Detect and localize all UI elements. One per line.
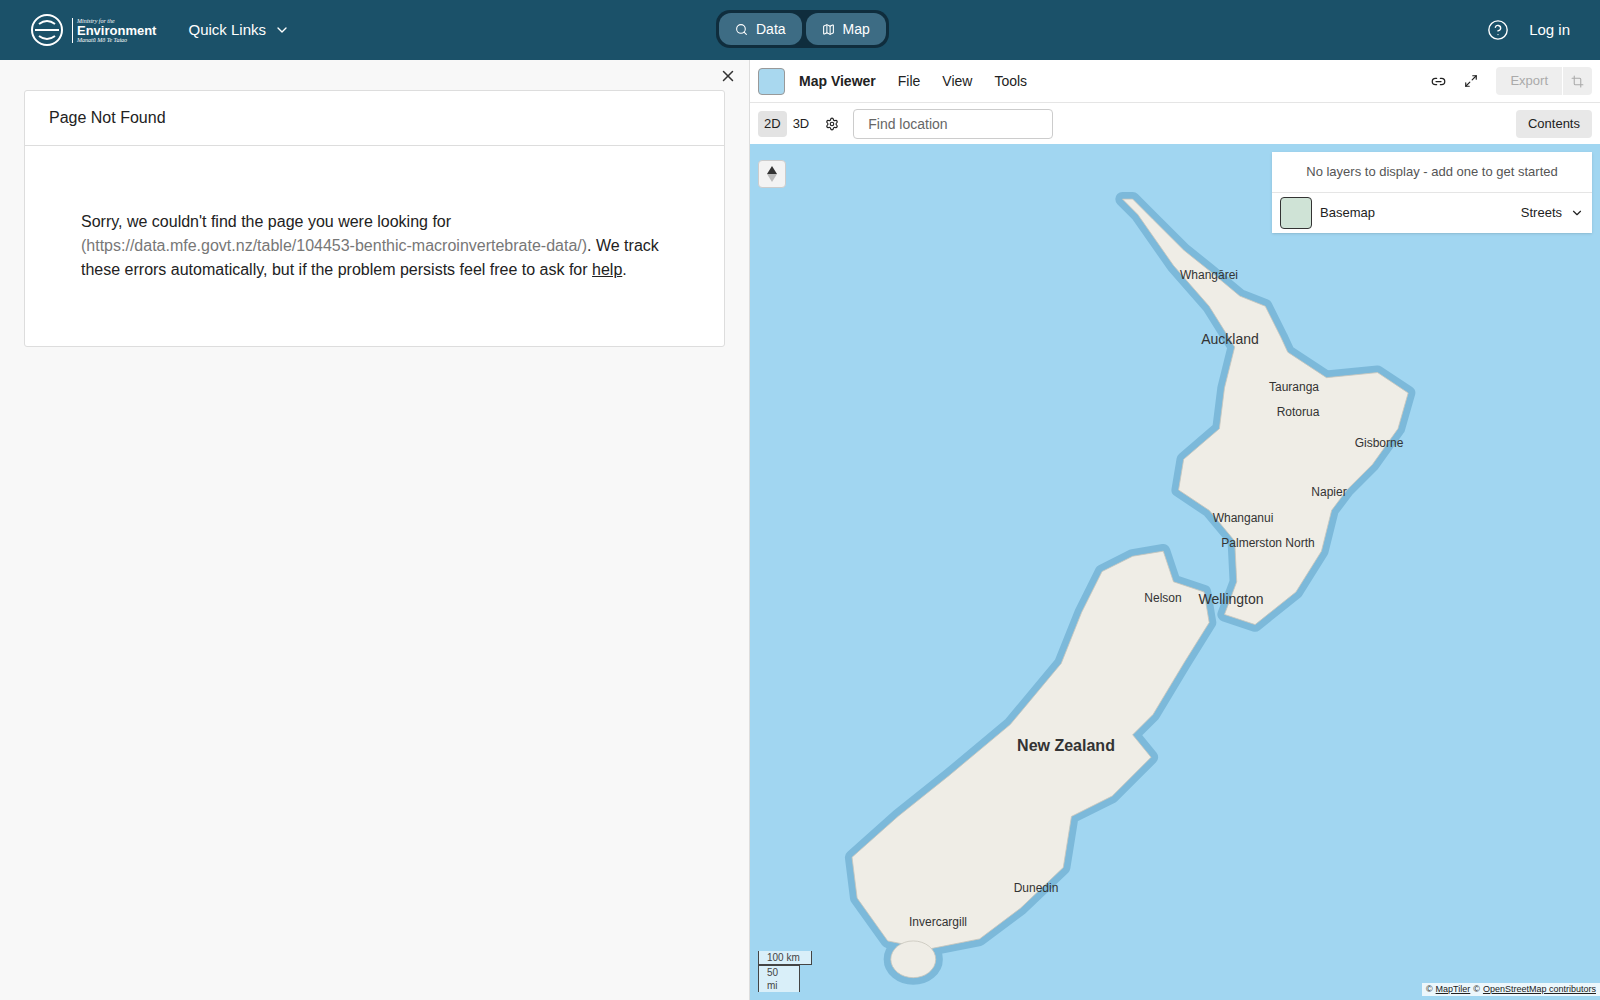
- search-icon: [735, 23, 748, 36]
- error-message: Sorry, we couldn't find the page you wer…: [25, 146, 724, 346]
- side-panel: Page Not FoundSorry, we couldn't find th…: [0, 60, 750, 1000]
- empty-message: No layers to display - add one to get st…: [1272, 152, 1592, 193]
- place-label: Napier: [1311, 483, 1346, 501]
- mode-button[interactable]: Map: [806, 13, 886, 45]
- menu-item[interactable]: File: [898, 71, 921, 92]
- scale-label: 100 km: [758, 951, 812, 965]
- map[interactable]: Whangārei Auckland Tauranga Rotorua Gisborne…: [750, 144, 1600, 1000]
- viewer-title: Map Viewer: [799, 71, 876, 92]
- place-label: New Zealand: [1017, 734, 1115, 758]
- place-label: Palmerston North: [1221, 534, 1314, 552]
- place-label: Gisborne: [1355, 434, 1404, 452]
- place-label: Auckland: [1201, 329, 1259, 350]
- place-label: Whangārei: [1180, 266, 1238, 284]
- attribution: ©MapTiler©OpenStreetMap contributors: [1422, 983, 1600, 997]
- view-mode-button[interactable]: 2D: [758, 111, 787, 137]
- basemap-label: Basemap: [1320, 203, 1375, 223]
- attribution-mark: ©: [1426, 983, 1433, 997]
- place-label: Invercargill: [909, 913, 967, 931]
- compass-icon: [767, 166, 777, 182]
- basemap-select[interactable]: Streets: [1521, 203, 1584, 223]
- link-icon[interactable]: [1431, 74, 1446, 89]
- fullscreen-icon[interactable]: [1464, 74, 1478, 88]
- chevron-icon: [274, 22, 290, 38]
- place-label: Whanganui: [1213, 509, 1274, 527]
- attribution-mark: ©: [1473, 983, 1480, 997]
- menu-item[interactable]: Tools: [994, 71, 1027, 92]
- export-button[interactable]: Export: [1496, 67, 1562, 95]
- map-icon: [822, 23, 835, 36]
- help-icon[interactable]: [1487, 19, 1509, 41]
- contents-panel: No layers to display - add one to get st…: [1272, 152, 1592, 233]
- contents-button[interactable]: Contents: [1516, 110, 1592, 138]
- place-label: Tauranga: [1269, 378, 1319, 396]
- compass-button[interactable]: [758, 160, 786, 188]
- top-bar: Ministry for theEnvironmentManatū Mō Te …: [0, 0, 1600, 60]
- basemap-row: Basemap Streets: [1272, 193, 1592, 233]
- login-button[interactable]: Log in: [1529, 19, 1570, 42]
- logo-icon: [30, 13, 64, 47]
- attribution-link[interactable]: OpenStreetMap contributors: [1483, 983, 1596, 997]
- quick-links[interactable]: Quick Links: [188, 19, 290, 42]
- logo-line2: Environment: [77, 24, 156, 37]
- place-label: Rotorua: [1277, 403, 1320, 421]
- crop-icon: [1571, 75, 1584, 88]
- scale-bar: 100 km50 mi: [758, 951, 812, 992]
- viewer-toolbar: Map Viewer File View Tools Export: [750, 60, 1600, 103]
- basemap-thumbnail: [1280, 197, 1312, 229]
- logo-line3: Manatū Mō Te Taiao: [77, 37, 156, 43]
- scale-label: 50 mi: [758, 965, 800, 992]
- chevron-icon: [1570, 206, 1584, 220]
- place-label: Dunedin: [1014, 879, 1059, 897]
- logo[interactable]: Ministry for theEnvironmentManatū Mō Te …: [30, 13, 156, 47]
- help-link[interactable]: help: [592, 261, 622, 278]
- close-icon[interactable]: [719, 67, 737, 85]
- app: Ministry for theEnvironmentManatū Mō Te …: [0, 0, 1600, 1000]
- card-title: Page Not Found: [25, 91, 724, 146]
- viewer-controls: 2D3D Contents: [750, 103, 1600, 144]
- place-label: Nelson: [1144, 589, 1181, 607]
- location-search[interactable]: [853, 109, 1053, 139]
- viewer-thumbnail[interactable]: [758, 68, 785, 95]
- gear-icon[interactable]: [825, 117, 839, 131]
- map-viewer: Map Viewer File View Tools Export 2D3D Content…: [750, 60, 1600, 1000]
- mode-switch: DataMap: [716, 10, 889, 48]
- menu-item[interactable]: View: [942, 71, 972, 92]
- view-mode-button[interactable]: 3D: [787, 111, 816, 137]
- place-label: Wellington: [1198, 589, 1263, 610]
- crop-button[interactable]: [1562, 67, 1592, 95]
- attribution-link[interactable]: MapTiler: [1436, 983, 1471, 997]
- land-icon: [750, 144, 1600, 1000]
- missing-url: (https://data.mfe.govt.nz/table/104453-b…: [81, 237, 587, 254]
- error-card: Page Not FoundSorry, we couldn't find th…: [24, 90, 725, 347]
- mode-button[interactable]: Data: [719, 13, 802, 45]
